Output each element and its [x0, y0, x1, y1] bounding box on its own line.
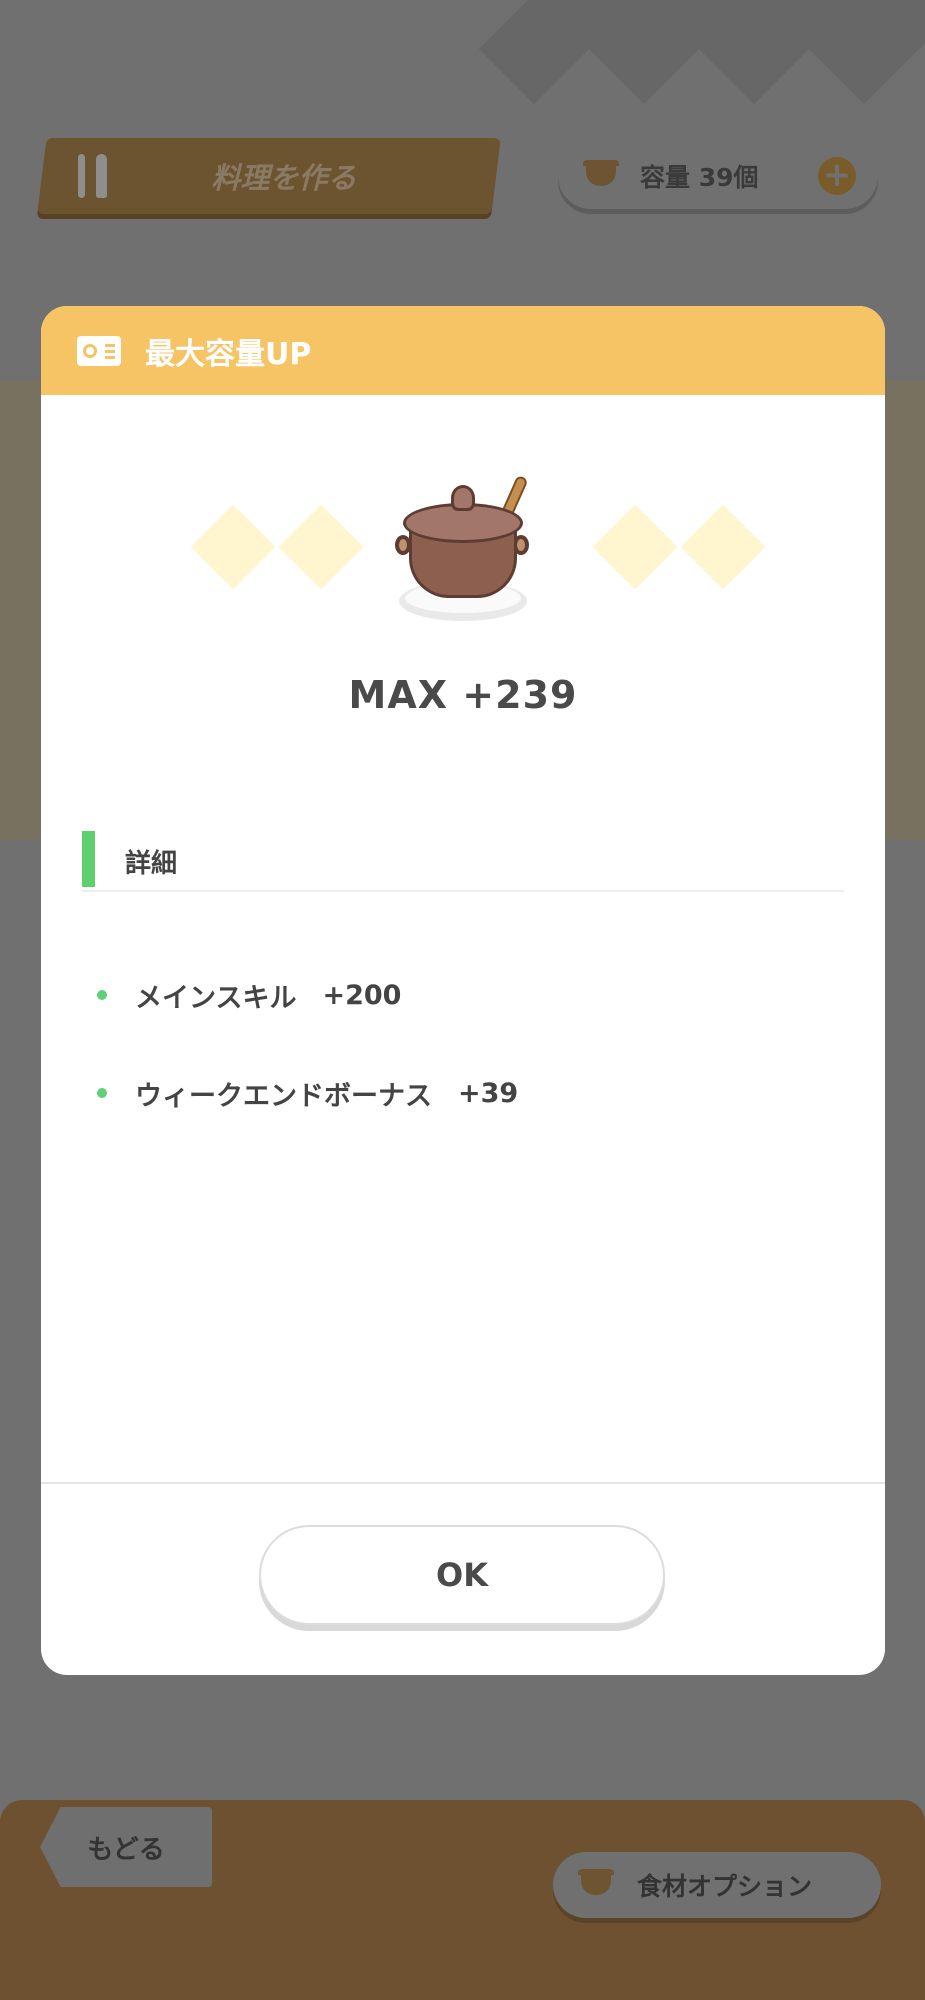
cooking-pot-icon: [395, 474, 535, 615]
decorative-diamond: [190, 504, 276, 590]
detail-heading: 詳細: [125, 848, 178, 879]
dialog-title: 最大容量UP: [145, 336, 312, 372]
background-panel-right: [885, 380, 925, 840]
bonus-value: +200: [322, 979, 402, 1011]
decorative-diamond: [592, 504, 678, 590]
bullet-icon: [97, 1088, 107, 1098]
cook-button[interactable]: 料理を作る: [37, 138, 501, 214]
ingredient-option-label: 食材オプション: [637, 1872, 813, 1901]
dialog-header: 最大容量UP: [41, 306, 885, 395]
decorative-diamond: [278, 504, 364, 590]
decorative-diamond-pattern: [455, 0, 925, 160]
section-accent-bar: [82, 831, 95, 887]
back-button[interactable]: もどる: [40, 1807, 212, 1887]
footer-divider: [41, 1482, 885, 1484]
cutlery-icon: [74, 154, 112, 198]
plus-icon[interactable]: +: [818, 157, 856, 195]
bonus-list: メインスキル +200 ウィークエンドボーナス +39: [97, 946, 518, 1142]
ingredient-option-button[interactable]: 食材オプション: [553, 1852, 881, 1918]
bonus-name: メインスキル: [135, 982, 297, 1014]
capacity-up-dialog: 最大容量UP MAX +239 詳細 メインスキル +200 ウィークエンドボー…: [41, 306, 885, 1675]
cook-button-label: 料理を作る: [211, 161, 357, 195]
capacity-pill: 容量 39個 +: [558, 143, 878, 209]
list-item: メインスキル +200: [97, 946, 518, 1044]
bullet-icon: [97, 990, 107, 1000]
pot-illustration-area: [41, 395, 885, 685]
bonus-value: +39: [458, 1077, 519, 1109]
list-item: ウィークエンドボーナス +39: [97, 1044, 518, 1142]
decorative-diamond: [680, 504, 766, 590]
ok-button[interactable]: OK: [259, 1525, 665, 1625]
pot-icon: [578, 1869, 614, 1895]
ticket-icon: [77, 335, 121, 366]
pot-icon: [583, 160, 619, 186]
back-button-label: もどる: [87, 1835, 165, 1865]
detail-section-header: 詳細: [82, 831, 844, 892]
capacity-label: 容量 39個: [640, 163, 759, 192]
bonus-name: ウィークエンドボーナス: [135, 1080, 432, 1112]
background-panel-left: [0, 380, 40, 840]
